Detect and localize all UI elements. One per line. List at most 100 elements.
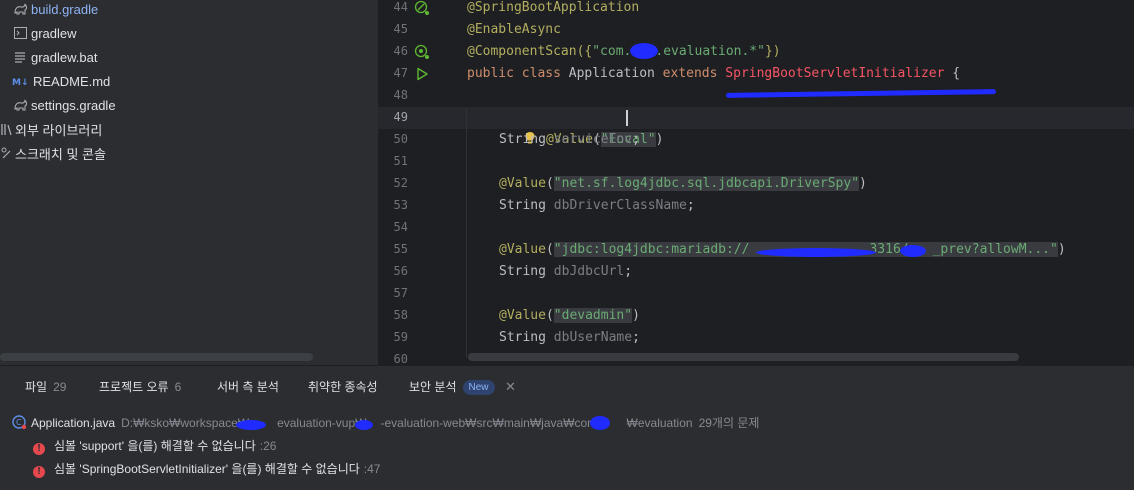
string-token: "jdbc:log4jdbc:mariadb:// xyxy=(553,242,750,257)
problem-row[interactable]: ! 심볼 'support' 을(를) 해결할 수 없습니다:26 xyxy=(33,435,276,457)
svg-text:M↓: M↓ xyxy=(12,78,29,87)
code-line-52: @Value("net.sf.log4jdbc.sql.jdbcapi.Driv… xyxy=(499,173,867,195)
redaction-mark xyxy=(236,420,266,430)
code-line-46: @ComponentScan({"com. .evaluation.*"}) xyxy=(467,41,781,63)
annotation-token: @Value xyxy=(499,308,546,323)
problem-message: 심볼 'SpringBootServletInitializer' 을(를) 해… xyxy=(54,462,360,476)
new-badge: New xyxy=(462,380,495,395)
folded-string-value[interactable]: "devadmin" xyxy=(553,308,633,323)
class-name-token: Application xyxy=(568,66,663,81)
line-number: 57 xyxy=(393,286,408,300)
tree-item-readme[interactable]: M↓ README.md xyxy=(12,70,110,92)
svg-text:C: C xyxy=(16,418,22,427)
horizontal-scrollbar[interactable] xyxy=(468,353,1019,361)
semicolon-token: ; xyxy=(686,198,695,213)
tree-item-label: gradlew.bat xyxy=(31,49,98,65)
tree-item-label: build.gradle xyxy=(31,1,99,17)
editor-gutter: 44 45 46 47 48 49 50 51 52 53 54 55 56 5… xyxy=(378,0,464,365)
string-token: _prev?allowM..." xyxy=(932,242,1058,257)
annotation-token: @SpringBootApplication xyxy=(467,0,640,15)
tree-item-external-libraries[interactable]: 외부 라이브러리 xyxy=(0,118,102,140)
problem-location: :47 xyxy=(363,462,381,476)
tab-label: 보안 분석 xyxy=(409,380,457,394)
paren-token: ( xyxy=(545,176,554,191)
tree-item-label: 외부 라이브러리 xyxy=(15,122,103,138)
code-line-59: String dbUserName; xyxy=(499,327,640,349)
code-line-49: @Value("local") xyxy=(477,107,663,147)
terminal-icon xyxy=(12,25,28,41)
error-icon: ! xyxy=(33,443,45,455)
code-text[interactable]: @SpringBootApplication @EnableAsync @Com… xyxy=(467,0,1134,365)
annotation-token: }) xyxy=(764,44,781,59)
annotation-token: @EnableAsync xyxy=(467,22,561,37)
java-class-icon: C xyxy=(12,415,28,437)
tab-project-errors[interactable]: 프로젝트 오류 6 xyxy=(99,378,181,396)
problem-file-row[interactable]: C Application.java D:₩ksko₩workspace₩ evalu… xyxy=(12,412,759,434)
tree-item-gradlew[interactable]: gradlew xyxy=(12,22,77,44)
line-number: 53 xyxy=(393,198,408,212)
tab-file[interactable]: 파일 29 xyxy=(25,378,66,396)
annotation-token: @Value xyxy=(499,176,546,191)
annotation-token: @ComponentScan({ xyxy=(467,44,593,59)
tab-label: 파일 xyxy=(25,380,48,394)
text-file-icon xyxy=(12,49,28,65)
unused-field-token: dbDriverClassName xyxy=(553,198,687,213)
keyword-token: public class xyxy=(467,66,569,81)
line-number: 58 xyxy=(393,308,408,322)
tree-item-gradlew-bat[interactable]: gradlew.bat xyxy=(12,46,98,68)
horizontal-scrollbar[interactable] xyxy=(0,353,313,361)
tree-item-scratches[interactable]: 스크래치 및 콘솔 xyxy=(0,142,106,164)
tree-item-label: settings.gradle xyxy=(31,97,116,113)
code-editor[interactable]: 44 45 46 47 48 49 50 51 52 53 54 55 56 5… xyxy=(378,0,1134,365)
error-icon: ! xyxy=(33,466,45,478)
line-number: 45 xyxy=(393,22,408,36)
annotation-token: @Value xyxy=(499,242,546,257)
redaction-mark xyxy=(355,420,373,430)
line-number: 44 xyxy=(393,0,408,14)
tree-item-settings-gradle[interactable]: settings.gradle xyxy=(12,94,116,116)
semicolon-token: ; xyxy=(624,264,633,279)
problems-tool-window: 파일 29 프로젝트 오류 6 서버 측 분석 취약한 종속성 보안 분석 New ✕… xyxy=(0,365,1134,490)
unused-field-token: serviceEnv xyxy=(553,132,633,147)
folded-string-value[interactable]: "net.sf.log4jdbc.sql.jdbcapi.DriverSpy" xyxy=(553,176,860,191)
line-number: 51 xyxy=(393,154,408,168)
redaction-mark xyxy=(756,248,876,257)
tree-item-build-gradle[interactable]: build.gradle xyxy=(12,0,98,20)
text-caret xyxy=(626,110,628,126)
problem-row-partial xyxy=(33,483,45,490)
type-token: String xyxy=(499,330,554,345)
tab-count: 6 xyxy=(174,380,182,394)
spring-bean-icon[interactable] xyxy=(414,0,430,16)
code-line-50: String serviceEnv; xyxy=(499,129,640,151)
spring-bean-navigate-icon[interactable] xyxy=(414,44,430,60)
run-gutter-icon[interactable] xyxy=(414,66,430,82)
line-number: 60 xyxy=(393,352,408,365)
semicolon-token: ; xyxy=(632,132,640,147)
tree-item-label: 스크래치 및 콘솔 xyxy=(15,146,106,162)
semicolon-token: ; xyxy=(632,330,640,345)
line-number: 52 xyxy=(393,176,408,190)
tab-security-analysis[interactable]: 보안 분석 New xyxy=(409,378,495,396)
problem-location: :26 xyxy=(259,439,277,453)
string-token: .evaluation.*" xyxy=(655,44,765,59)
tab-label: 프로젝트 오류 xyxy=(99,380,169,394)
redaction-mark xyxy=(900,245,926,257)
paren-token: ) xyxy=(632,308,640,323)
paren-token: ( xyxy=(545,308,554,323)
tab-count: 29 xyxy=(53,380,67,394)
path-segment: D:₩ksko₩workspace₩ xyxy=(121,416,250,430)
unresolved-symbol-token[interactable]: SpringBootServletInitializer xyxy=(725,66,944,81)
redaction-mark xyxy=(630,43,658,59)
tab-label: 취약한 종속성 xyxy=(308,380,378,394)
tab-vulnerable-dependencies[interactable]: 취약한 종속성 xyxy=(308,378,378,396)
tab-server-side-analysis[interactable]: 서버 측 분석 xyxy=(217,378,279,396)
problem-row[interactable]: ! 심볼 'SpringBootServletInitializer' 을(를) … xyxy=(33,458,380,480)
close-icon[interactable]: ✕ xyxy=(505,378,519,396)
line-number: 47 xyxy=(393,66,408,80)
problem-count: 29개의 문제 xyxy=(698,416,760,430)
brace-token: { xyxy=(944,66,961,81)
path-segment: evaluation-vup₩ xyxy=(277,416,367,430)
code-line-45: @EnableAsync xyxy=(467,19,561,41)
tab-label: 서버 측 분석 xyxy=(217,380,279,394)
libraries-icon xyxy=(0,121,12,137)
